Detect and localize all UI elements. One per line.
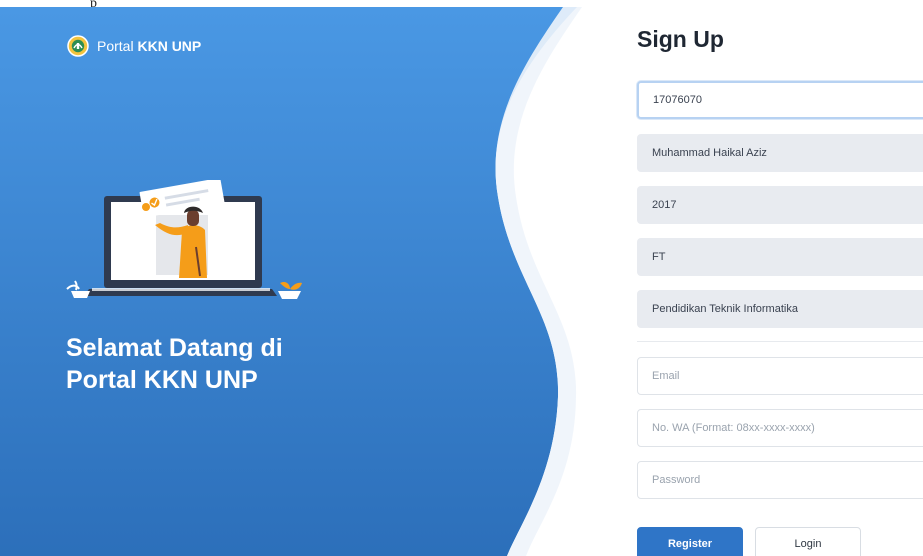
password-placeholder: Password bbox=[652, 474, 701, 486]
person-presenting-on-laptop-illustration bbox=[66, 180, 302, 299]
study-program-input[interactable]: Pendidikan Teknik Informatika bbox=[637, 290, 923, 328]
whatsapp-input[interactable]: No. WA (Format: 08xx-xxxx-xxxx) bbox=[637, 409, 923, 447]
year-input[interactable]: 2017 bbox=[637, 186, 923, 224]
welcome-heading: Selamat Datang di Portal KKN UNP bbox=[66, 332, 386, 396]
year-value: 2017 bbox=[652, 199, 677, 211]
whatsapp-placeholder: No. WA (Format: 08xx-xxxx-xxxx) bbox=[652, 422, 815, 434]
form-title: Sign Up bbox=[637, 26, 724, 52]
faculty-value: FT bbox=[652, 251, 666, 263]
email-placeholder: Email bbox=[652, 370, 680, 382]
welcome-panel: Portal KKN UNP Selamat Datang di Portal … bbox=[0, 7, 590, 556]
nim-input[interactable]: 17076070 bbox=[637, 81, 923, 119]
email-input[interactable]: Email bbox=[637, 357, 923, 395]
nim-value: 17076070 bbox=[653, 94, 702, 106]
brand[interactable]: Portal KKN UNP bbox=[67, 35, 201, 57]
login-button[interactable]: Login bbox=[755, 527, 861, 556]
register-button[interactable]: Register bbox=[637, 527, 743, 556]
unp-seal-icon bbox=[67, 35, 89, 57]
welcome-line-2: Portal KKN UNP bbox=[66, 366, 258, 394]
signup-page: p Portal KKN UNP Selamat Datang di Porta… bbox=[0, 0, 923, 556]
name-value: Muhammad Haikal Aziz bbox=[652, 147, 767, 159]
password-input[interactable]: Password bbox=[637, 461, 923, 499]
brand-name: KKN UNP bbox=[137, 38, 202, 54]
welcome-line-1: Selamat Datang di bbox=[66, 334, 283, 362]
study-program-value: Pendidikan Teknik Informatika bbox=[652, 303, 798, 315]
brand-text: Portal KKN UNP bbox=[97, 38, 201, 54]
form-separator bbox=[637, 341, 923, 342]
name-input[interactable]: Muhammad Haikal Aziz bbox=[637, 134, 923, 172]
faculty-input[interactable]: FT bbox=[637, 238, 923, 276]
brand-prefix: Portal bbox=[97, 38, 138, 54]
